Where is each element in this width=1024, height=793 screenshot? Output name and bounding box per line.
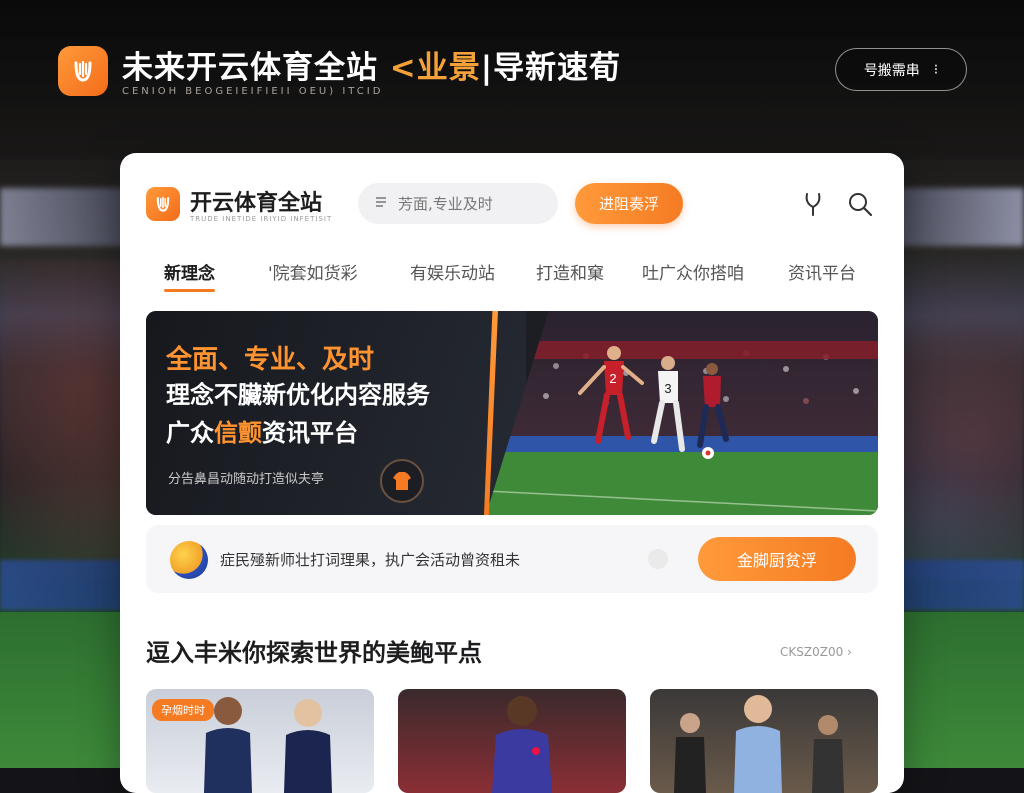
hero-caption: 分告鼻昌动随动打造似夫亭 (168, 472, 325, 487)
info-icon: ⁝ (933, 61, 939, 78)
football-icon (170, 541, 208, 579)
header-menu-label: 号搬需串 (863, 62, 920, 79)
news-card-1[interactable]: 孕烟时时 (146, 689, 374, 793)
news-card-tag: 孕烟时时 (152, 699, 214, 721)
tab-2[interactable]: '院套如货彩 (268, 259, 358, 284)
card-subtitle: TRUDE INETIDE IRIYID INFETISIT (190, 215, 333, 223)
hero-headline-1: 全面、专业、及时 (166, 345, 375, 375)
status-dot (648, 549, 668, 569)
site-title: 未来开云体育全站 <业景|导新速荀 (122, 50, 622, 86)
main-card: 开云体育全站 TRUDE INETIDE IRIYID INFETISIT 进阻… (120, 153, 904, 793)
search-bar[interactable] (358, 183, 558, 224)
microphone-icon[interactable] (798, 189, 828, 219)
category-nav: 新理念 '院套如货彩 有娱乐动站 打造和窠 吐广众你搭咱 资讯平台 (144, 259, 880, 299)
hero-banner[interactable]: 2 3 全面、专业、及时 理念不臟新优化内容服务 广众信颤资讯平台 分告鼻昌动随… (146, 311, 878, 515)
section-title: 逗入丰米你探索世界的美鲍平点 (146, 639, 482, 667)
announcement-bar: 症民殛新师壮打词理果，执广会活动曾资租未 金脚厨贫浮 (146, 525, 878, 593)
tab-4[interactable]: 打造和窠 (536, 259, 604, 284)
search-prefix-icon (374, 195, 388, 213)
site-title-accent: <业景 (389, 50, 481, 86)
card-logo-icon[interactable] (146, 187, 180, 221)
jersey-badge-icon[interactable] (380, 459, 424, 503)
join-button[interactable]: 金脚厨贫浮 (698, 537, 856, 581)
header-menu-button[interactable]: 号搬需串 ⁝ (835, 48, 967, 91)
news-card-3[interactable] (650, 689, 878, 793)
hero-headline-2: 理念不臟新优化内容服务 (166, 381, 430, 409)
brand-logo-icon[interactable] (58, 46, 108, 96)
tab-3[interactable]: 有娱乐动站 (410, 259, 495, 284)
hero-match-photo: 2 3 (486, 311, 878, 515)
tab-new-concept[interactable]: 新理念 (164, 259, 215, 292)
svg-text:2: 2 (609, 371, 616, 386)
enter-button[interactable]: 进阻奏浮 (575, 183, 683, 224)
section-more-link[interactable]: CKSZ0Z00 › (780, 645, 852, 659)
search-input[interactable] (396, 193, 540, 214)
site-subtitle: CENIOH BEOGEIEIFIEII OEU) ITCID (122, 86, 384, 97)
svg-text:3: 3 (664, 381, 671, 396)
tab-5[interactable]: 吐广众你搭咱 (642, 259, 744, 284)
hero-highlight: 信颤 (214, 419, 262, 447)
announcement-text: 症民殛新师壮打词理果，执广会活动曾资租未 (220, 551, 521, 569)
hero-headline-3: 广众信颤资讯平台 (166, 419, 358, 447)
news-card-2[interactable] (398, 689, 626, 793)
search-icon[interactable] (845, 189, 875, 219)
card-title: 开云体育全站 (190, 191, 323, 216)
site-title-tail: |导新速荀 (480, 50, 622, 86)
tab-info-platform[interactable]: 资讯平台 (788, 259, 856, 284)
